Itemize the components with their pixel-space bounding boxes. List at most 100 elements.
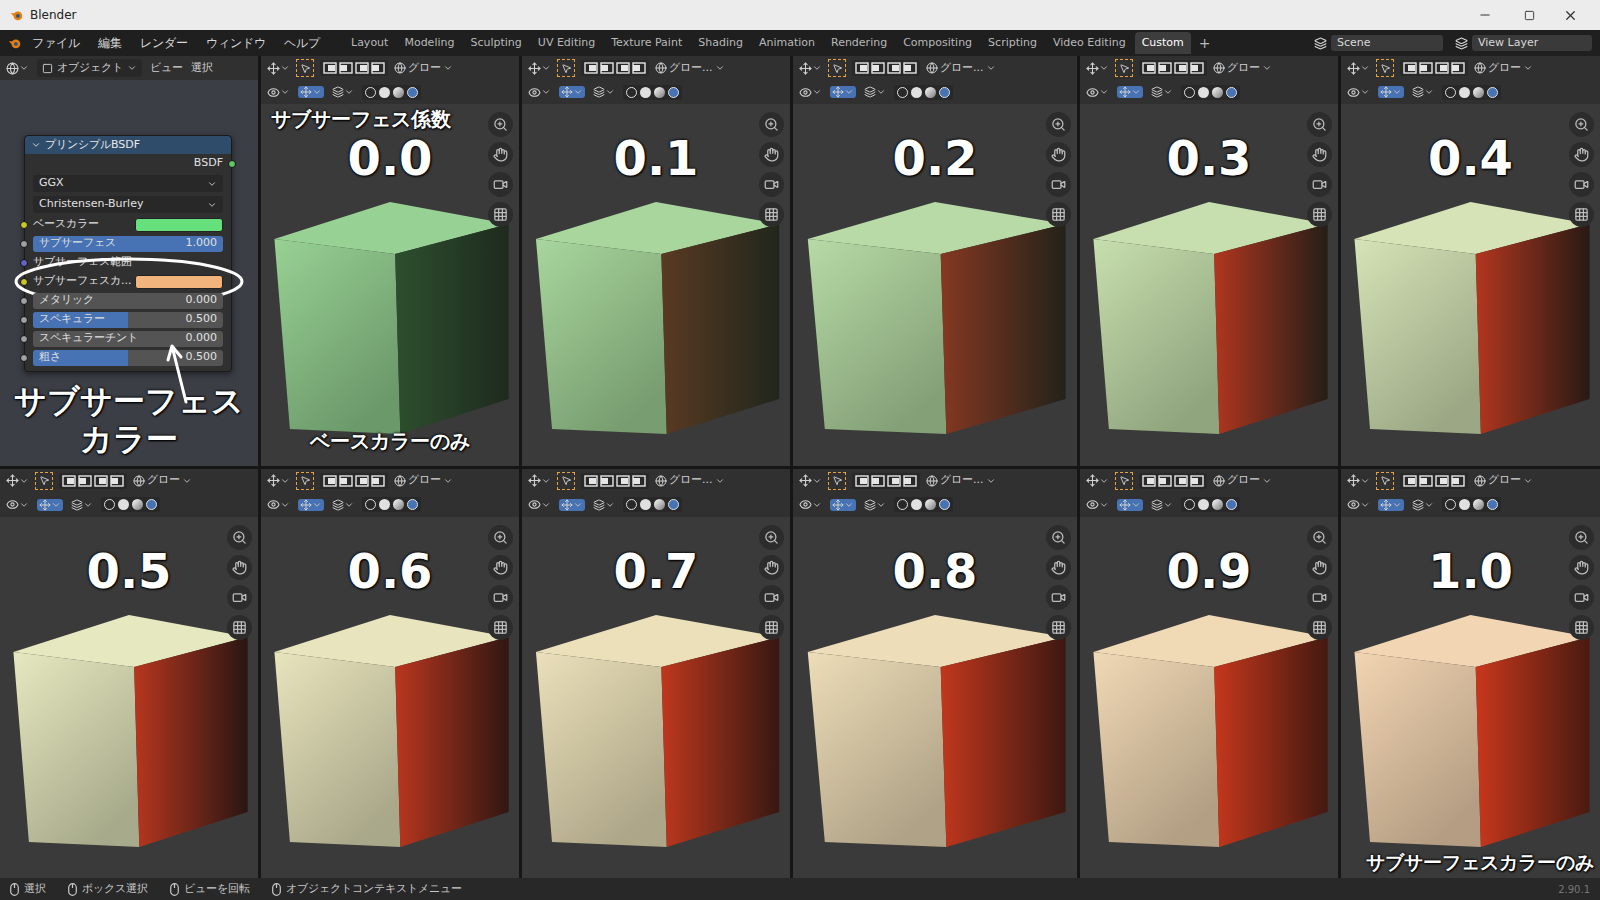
gizmo-button[interactable] xyxy=(559,86,585,98)
select-tool-button[interactable] xyxy=(296,59,314,77)
cube[interactable] xyxy=(793,202,1077,434)
input-socket[interactable] xyxy=(20,259,28,267)
shading-group[interactable] xyxy=(623,497,682,512)
navigation-button[interactable] xyxy=(1307,525,1332,550)
color-swatch[interactable] xyxy=(135,275,223,289)
view-layer-field[interactable]: View Layer xyxy=(1472,35,1592,52)
wireframe-shading-icon[interactable] xyxy=(897,87,908,98)
select-mode-icon[interactable] xyxy=(616,475,630,487)
overlay-button[interactable] xyxy=(332,499,354,511)
overlay-button[interactable] xyxy=(864,499,886,511)
rendered-shading-icon[interactable] xyxy=(1487,499,1498,510)
visibility-button[interactable] xyxy=(528,498,551,511)
select-mode-group[interactable] xyxy=(59,473,127,489)
viewport-canvas[interactable]: 0.4 xyxy=(1341,104,1600,466)
rendered-shading-icon[interactable] xyxy=(1487,87,1498,98)
navigation-button[interactable] xyxy=(1046,525,1071,550)
gizmo-button[interactable] xyxy=(830,499,856,511)
shading-group[interactable] xyxy=(623,85,682,100)
workspace-tab[interactable]: Sculpting xyxy=(463,32,528,55)
viewport[interactable]: グロー0.4 xyxy=(1341,56,1600,466)
node-input[interactable]: サブサーフェス1.000 xyxy=(25,234,231,253)
node-input[interactable]: ベースカラー xyxy=(25,215,231,234)
navigation-button[interactable] xyxy=(759,112,784,137)
workspace-tab[interactable]: Texture Paint xyxy=(604,32,689,55)
solid-shading-icon[interactable] xyxy=(1198,87,1209,98)
select-mode-icon[interactable] xyxy=(1435,475,1449,487)
select-tool-button[interactable] xyxy=(35,472,53,490)
viewport-canvas[interactable]: サブサーフェス係数0.0ベースカラーのみ xyxy=(261,104,519,466)
mode-dropdown[interactable]: オブジェクト xyxy=(37,59,142,78)
workspace-tab[interactable]: Rendering xyxy=(824,32,894,55)
navigation-button[interactable] xyxy=(1046,615,1071,640)
navigation-button[interactable] xyxy=(759,585,784,610)
select-tool-button[interactable] xyxy=(828,472,846,490)
select-mode-icon[interactable] xyxy=(616,62,630,74)
shading-group[interactable] xyxy=(894,85,953,100)
solid-shading-icon[interactable] xyxy=(379,87,390,98)
minimize-icon[interactable] xyxy=(1478,8,1492,22)
workspace-tab[interactable]: Layout xyxy=(344,32,395,55)
navigation-button[interactable] xyxy=(1569,202,1594,227)
viewport-canvas[interactable]: 0.1 xyxy=(522,104,790,466)
select-mode-icon[interactable] xyxy=(1174,62,1188,74)
visibility-button[interactable] xyxy=(1086,498,1109,511)
rendered-shading-icon[interactable] xyxy=(146,499,157,510)
editor-type-button[interactable] xyxy=(267,474,290,487)
select-mode-icon[interactable] xyxy=(632,475,646,487)
cube[interactable] xyxy=(1341,202,1600,434)
output-socket[interactable] xyxy=(228,160,236,168)
input-socket[interactable] xyxy=(20,240,28,248)
node-input[interactable]: スペキュラー0.500 xyxy=(25,310,231,329)
visibility-button[interactable] xyxy=(799,498,822,511)
navigation-button[interactable] xyxy=(759,555,784,580)
navigation-button[interactable] xyxy=(759,615,784,640)
select-mode-icon[interactable] xyxy=(1451,475,1465,487)
editor-type-button[interactable] xyxy=(528,62,551,75)
workspace-tab[interactable]: Shading xyxy=(691,32,750,55)
overlay-button[interactable] xyxy=(332,86,354,98)
viewport[interactable]: グロー...0.2 xyxy=(793,56,1077,466)
navigation-button[interactable] xyxy=(488,525,513,550)
navigation-button[interactable] xyxy=(1046,585,1071,610)
solid-shading-icon[interactable] xyxy=(1198,499,1209,510)
header-menu[interactable]: 選択 xyxy=(191,60,213,77)
editor-type-button[interactable] xyxy=(799,62,822,75)
wireframe-shading-icon[interactable] xyxy=(1184,499,1195,510)
scene-selector[interactable]: Scene xyxy=(1314,35,1443,52)
editor-type-button[interactable] xyxy=(1347,62,1370,75)
editor-type-button[interactable] xyxy=(6,62,29,75)
select-mode-icon[interactable] xyxy=(855,62,869,74)
select-mode-icon[interactable] xyxy=(1403,62,1417,74)
select-tool-button[interactable] xyxy=(557,472,575,490)
navigation-button[interactable] xyxy=(488,615,513,640)
workspace-tab[interactable]: UV Editing xyxy=(531,32,602,55)
overlay-button[interactable] xyxy=(593,499,615,511)
cube[interactable] xyxy=(522,615,790,847)
transform-orientation-dropdown[interactable]: グロー... xyxy=(655,60,725,77)
viewport[interactable]: グロー0.5 xyxy=(0,469,258,879)
navigation-button[interactable] xyxy=(759,172,784,197)
select-mode-group[interactable] xyxy=(581,60,649,76)
navigation-button[interactable] xyxy=(1307,142,1332,167)
wireframe-shading-icon[interactable] xyxy=(1445,87,1456,98)
viewport-canvas[interactable]: 0.8 xyxy=(793,517,1077,879)
navigation-button[interactable] xyxy=(1569,525,1594,550)
navigation-button[interactable] xyxy=(1046,555,1071,580)
overlay-button[interactable] xyxy=(1151,86,1173,98)
select-mode-icon[interactable] xyxy=(632,62,646,74)
navigation-button[interactable] xyxy=(1307,112,1332,137)
editor-type-button[interactable] xyxy=(267,62,290,75)
gizmo-button[interactable] xyxy=(830,86,856,98)
select-mode-icon[interactable] xyxy=(339,62,353,74)
overlay-button[interactable] xyxy=(1151,499,1173,511)
solid-shading-icon[interactable] xyxy=(379,499,390,510)
material-shading-icon[interactable] xyxy=(1473,499,1484,510)
gizmo-button[interactable] xyxy=(1378,86,1404,98)
rendered-shading-icon[interactable] xyxy=(407,499,418,510)
viewport-canvas[interactable]: 0.6 xyxy=(261,517,519,879)
node-editor[interactable]: オブジェクトビュー選択プリンシプルBSDFBSDFGGXChristensen-… xyxy=(0,56,258,466)
navigation-button[interactable] xyxy=(1569,585,1594,610)
workspace-tab[interactable]: Custom xyxy=(1135,32,1191,55)
menu-item[interactable]: ファイル xyxy=(24,34,88,52)
